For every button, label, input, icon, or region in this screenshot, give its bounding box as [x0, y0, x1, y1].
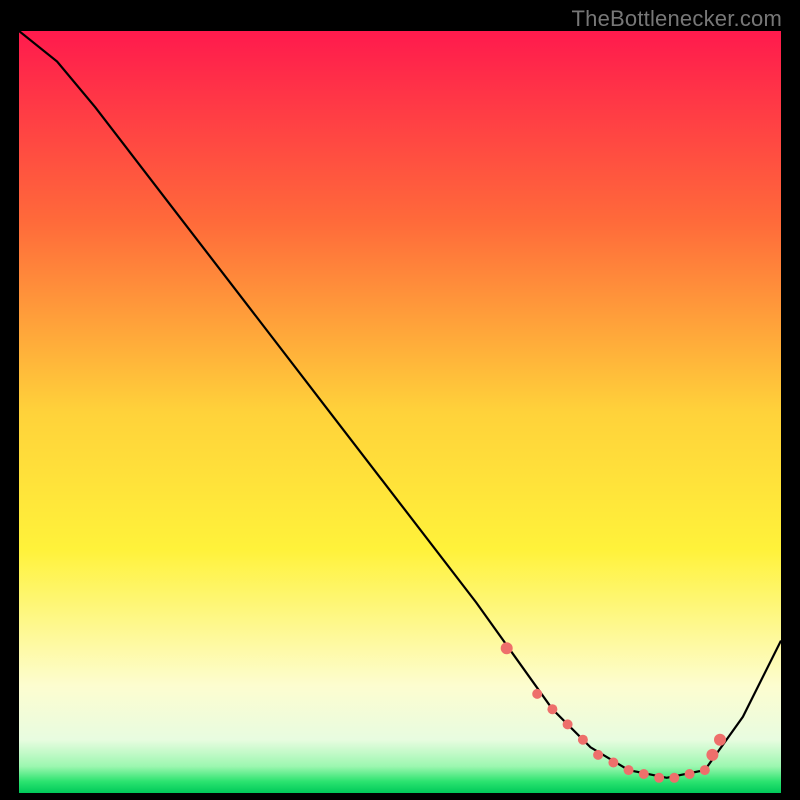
chart-container: TheBottlenecker.com — [0, 0, 800, 800]
curve-marker — [532, 689, 542, 699]
curve-marker — [547, 704, 557, 714]
curve-marker — [685, 769, 695, 779]
chart-plot — [19, 31, 781, 793]
curve-marker — [700, 765, 710, 775]
curve-marker — [624, 765, 634, 775]
curve-marker — [563, 719, 573, 729]
curve-marker — [654, 773, 664, 783]
curve-marker — [639, 769, 649, 779]
gradient-background — [19, 31, 781, 793]
curve-marker — [669, 773, 679, 783]
curve-marker — [593, 750, 603, 760]
attribution-label: TheBottlenecker.com — [572, 6, 782, 32]
curve-marker — [578, 735, 588, 745]
curve-marker — [714, 734, 726, 746]
curve-marker — [608, 758, 618, 768]
curve-marker — [706, 749, 718, 761]
curve-marker — [501, 642, 513, 654]
